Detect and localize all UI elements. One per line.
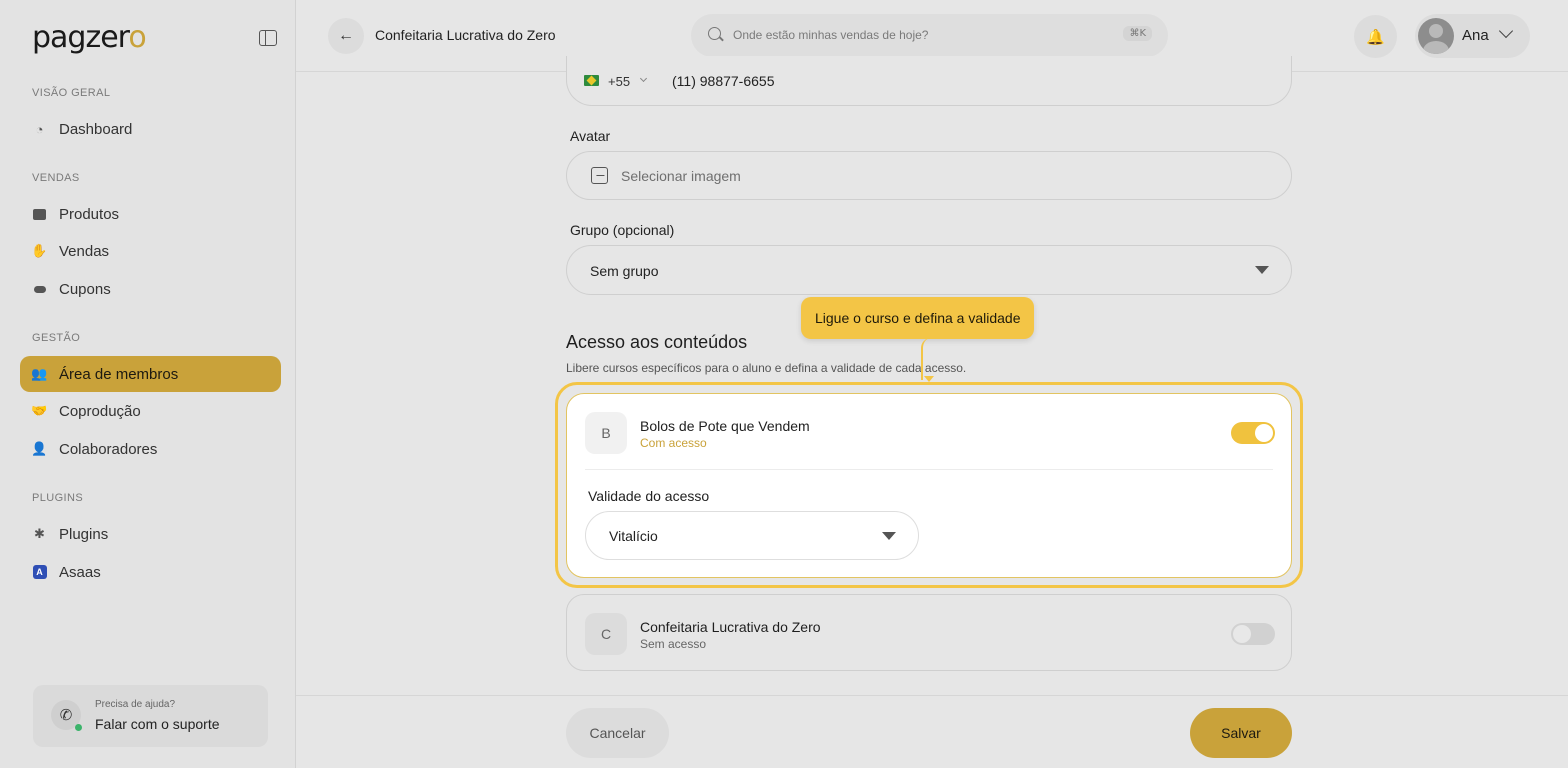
avatar-placeholder: Selecionar imagem <box>621 168 741 184</box>
sidebar-item-label: Coprodução <box>59 402 141 420</box>
sidebar-item-coupons[interactable]: Cupons <box>20 271 281 307</box>
sidebar-item-products[interactable]: Produtos <box>20 196 281 232</box>
access-section-title: Acesso aos conteúdos <box>566 332 748 352</box>
chevron-down-icon <box>1498 23 1514 39</box>
course-card-confeitaria: C Confeitaria Lucrativa do Zero Sem aces… <box>566 594 1292 671</box>
group-select[interactable]: Sem grupo <box>566 245 1292 295</box>
sidebar-item-label: Cupons <box>59 280 111 298</box>
sidebar-item-label: Plugins <box>59 525 109 543</box>
support-link[interactable]: Falar com o suporte <box>95 716 220 732</box>
sidebar-item-collaborators[interactable]: 👤 Colaboradores <box>20 431 281 467</box>
section-title-plugins: PLUGINS <box>32 492 84 504</box>
sidebar: pagzero VISÃO GERAL ◔ Dashboard VENDAS P… <box>0 0 296 768</box>
section-title-overview: VISÃO GERAL <box>32 87 111 99</box>
arrow-left-icon: ← <box>338 27 354 44</box>
coupon-icon <box>32 282 47 297</box>
pagzero-logo[interactable]: pagzero <box>32 20 147 55</box>
phone-input[interactable] <box>672 73 972 89</box>
bell-icon: 🔔 <box>1366 28 1385 46</box>
image-icon <box>591 167 608 184</box>
notifications-button[interactable]: 🔔 <box>1354 15 1397 58</box>
sidebar-item-plugins[interactable]: ✱ Plugins <box>20 516 281 552</box>
section-title-management: GESTÃO <box>32 332 81 344</box>
onboarding-tooltip: Ligue o curso e defina a validade <box>801 297 1035 339</box>
collaborators-icon: 👤 <box>31 441 48 456</box>
sidebar-item-asaas[interactable]: A Asaas <box>20 554 281 590</box>
sidebar-item-label: Asaas <box>59 563 101 581</box>
shortcut-badge: ⌘K <box>1123 26 1152 41</box>
phone-field[interactable]: +55 <box>566 56 1292 106</box>
validity-select[interactable]: Vitalício <box>585 511 919 560</box>
page-title: Confeitaria Lucrativa do Zero <box>375 27 556 43</box>
group-select-value: Sem grupo <box>590 263 659 279</box>
access-section-subtitle: Libere cursos específicos para o aluno e… <box>566 361 967 375</box>
brazil-flag-icon <box>584 75 599 86</box>
sidebar-item-members-area[interactable]: 👥 Área de membros <box>20 356 281 392</box>
section-title-sales: VENDAS <box>32 172 80 184</box>
validity-select-value: Vitalício <box>609 528 658 544</box>
online-status-dot <box>75 724 82 731</box>
sidebar-item-sales[interactable]: ✋ Vendas <box>20 233 281 269</box>
sidebar-item-coproduction[interactable]: 🤝 Coprodução <box>20 393 281 429</box>
divider <box>585 469 1273 470</box>
avatar-picker[interactable]: Selecionar imagem <box>566 151 1292 200</box>
country-code-select[interactable]: +55 <box>608 74 630 89</box>
course-initial: C <box>585 613 627 655</box>
chevron-down-icon <box>639 74 648 83</box>
search-bar[interactable]: ⌘K <box>691 14 1168 57</box>
back-button[interactable]: ← <box>328 18 364 54</box>
form-footer: Cancelar Salvar <box>296 695 1568 768</box>
support-card[interactable]: ✆ Precisa de ajuda? Falar com o suporte <box>33 685 268 747</box>
sales-icon: ✋ <box>31 243 48 258</box>
caret-down-icon <box>882 532 896 540</box>
avatar <box>1418 18 1454 54</box>
sidebar-item-label: Vendas <box>59 242 110 260</box>
handshake-icon: 🤝 <box>31 403 48 418</box>
user-name: Ana <box>1462 27 1489 44</box>
members-icon: 👥 <box>31 366 48 381</box>
sidebar-item-label: Colaboradores <box>59 440 158 458</box>
course-initial: B <box>585 412 627 454</box>
course-name: Bolos de Pote que Vendem <box>640 418 810 434</box>
sidebar-item-label: Produtos <box>59 205 120 223</box>
course-name: Confeitaria Lucrativa do Zero <box>640 619 821 635</box>
course-status: Sem acesso <box>640 637 707 651</box>
sidebar-item-dashboard[interactable]: ◔ Dashboard <box>20 111 281 147</box>
search-icon <box>708 27 721 40</box>
user-menu[interactable]: Ana <box>1415 14 1530 58</box>
course-status: Com acesso <box>640 436 707 450</box>
puzzle-icon: ✱ <box>34 526 45 541</box>
sidebar-toggle-icon[interactable] <box>259 30 277 46</box>
course-access-toggle[interactable] <box>1231 623 1275 645</box>
sidebar-item-label: Dashboard <box>59 120 133 138</box>
avatar-label: Avatar <box>570 128 611 144</box>
support-caption: Precisa de ajuda? <box>95 699 176 710</box>
course-card-bolos: B Bolos de Pote que Vendem Com acesso Va… <box>566 393 1292 578</box>
tooltip-pointer <box>921 338 934 382</box>
validity-label: Validade do acesso <box>588 488 710 504</box>
cancel-button[interactable]: Cancelar <box>566 708 669 758</box>
save-button[interactable]: Salvar <box>1190 708 1292 758</box>
asaas-icon: A <box>32 565 47 580</box>
caret-down-icon <box>1255 266 1269 274</box>
products-icon <box>32 207 47 222</box>
dashboard-icon: ◔ <box>35 121 44 137</box>
sidebar-item-label: Área de membros <box>59 365 179 383</box>
group-label: Grupo (opcional) <box>570 222 675 238</box>
course-access-toggle[interactable] <box>1231 422 1275 444</box>
search-input[interactable] <box>733 24 1113 46</box>
